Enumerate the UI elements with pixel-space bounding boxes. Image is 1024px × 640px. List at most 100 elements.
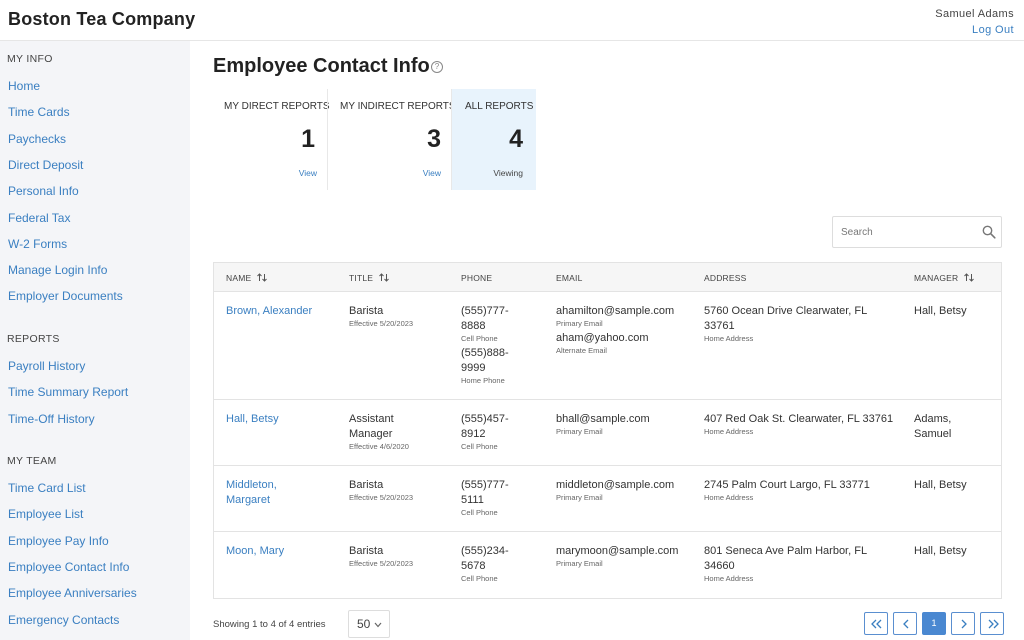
phone-entry: (555)888- 9999 Home Phone [461,346,509,385]
employee-name-link[interactable]: Moon, Mary [226,544,284,559]
sidebar-item-paychecks[interactable]: Paychecks [8,132,66,146]
card-divider [327,89,328,190]
report-card-link[interactable]: Viewing [493,168,523,178]
phone-number: (555)234- [461,545,509,557]
report-card-count: 3 [427,125,441,153]
sidebar-item-personal-info[interactable]: Personal Info [8,184,79,198]
column-header-manager[interactable]: MANAGER [914,273,975,283]
search-input[interactable] [833,217,973,247]
phone-number: 5111 [461,494,484,506]
email-address: bhall@sample.com [556,413,650,425]
email-entry: bhall@sample.com Primary Email [556,412,650,436]
sidebar-item-federal-tax[interactable]: Federal Tax [8,211,70,225]
column-header-label: ADDRESS [704,273,747,283]
phone-type: Cell Phone [461,508,498,517]
sidebar-item-time-card-list[interactable]: Time Card List [8,481,86,495]
page-size-select[interactable]: 50 [348,610,390,638]
sidebar-item-manage-login-info[interactable]: Manage Login Info [8,263,107,277]
email-cell: marymoon@sample.com Primary Email [556,544,678,568]
manager-name: Samuel [914,428,952,440]
column-header-label: TITLE [349,273,374,283]
sidebar-item-emergency-contacts[interactable]: Emergency Contacts [8,613,119,627]
email-type: Primary Email [556,559,603,568]
sidebar-item-payroll-history[interactable]: Payroll History [8,359,85,373]
sidebar-item-employee-anniversaries[interactable]: Employee Anniversaries [8,586,137,600]
email-entry: marymoon@sample.com Primary Email [556,544,678,568]
report-card-link[interactable]: View [299,168,317,178]
job-title: Assistant [349,413,394,425]
employee-name-link[interactable]: Brown, Alexander [226,304,312,319]
report-card-label: MY DIRECT REPORTS [224,101,330,112]
sort-icon[interactable] [257,273,268,282]
column-header-label: EMAIL [556,273,583,283]
sort-icon[interactable] [964,273,975,282]
report-card-count: 4 [509,125,523,153]
page-1-button[interactable]: 1 [922,612,946,635]
phone-entry: (555)777- 5111 Cell Phone [461,478,509,517]
report-card-label: ALL REPORTS [465,101,534,112]
prev-page-button[interactable] [893,612,917,635]
sidebar-item-employee-pay-info[interactable]: Employee Pay Info [8,534,109,548]
search-icon[interactable] [982,225,996,239]
sidebar-item-time-off-history[interactable]: Time-Off History [8,412,95,426]
last-page-icon [988,619,999,629]
sidebar-item-employer-documents[interactable]: Employer Documents [8,289,123,303]
sidebar-item-employee-contact-info[interactable]: Employee Contact Info [8,560,129,574]
phone-cell: (555)777- 5111 Cell Phone [461,478,509,517]
report-card-my-direct-reports[interactable]: MY DIRECT REPORTS 1 View [213,89,330,190]
sidebar-heading-reports: REPORTS [7,333,60,345]
first-page-button[interactable] [864,612,888,635]
last-page-button[interactable] [980,612,1004,635]
employee-name-link[interactable]: Hall, Betsy [226,412,279,427]
manager-name: Hall, Betsy [914,305,967,317]
phone-number: (555)777- [461,479,509,491]
email-address: aham@yahoo.com [556,332,649,344]
sidebar-item-home[interactable]: Home [8,79,40,93]
brand-logo[interactable]: Boston Tea Company [8,9,195,30]
email-cell: bhall@sample.com Primary Email [556,412,650,436]
sidebar-item-employee-list[interactable]: Employee List [8,507,83,521]
employee-name-link[interactable]: Middleton, [226,478,277,493]
help-icon[interactable]: ? [431,61,443,73]
address-cell: 407 Red Oak St. Clearwater, FL 33761 Home… [704,412,893,436]
address-cell: 5760 Ocean Drive Clearwater, FL 33761 Home… [704,304,867,343]
title-cell: Barista Effective 5/20/2023 [349,304,413,328]
job-title: Barista [349,479,384,491]
table-header: NAME TITLE PHONE EMAIL ADDRESS MANAGER [214,263,1001,292]
user-menu: Samuel Adams Log Out [935,6,1014,38]
sidebar-item-time-cards[interactable]: Time Cards [8,105,70,119]
sidebar-item-w-2-forms[interactable]: W-2 Forms [8,237,67,251]
phone-type: Cell Phone [461,574,498,583]
sidebar-item-direct-deposit[interactable]: Direct Deposit [8,158,83,172]
logout-link[interactable]: Log Out [935,22,1014,38]
email-cell: ahamilton@sample.com Primary Email aham@ya… [556,304,674,355]
sort-icon[interactable] [379,273,390,282]
effective-date: Effective 5/20/2023 [349,493,414,502]
top-bar: Boston Tea Company Samuel Adams Log Out [0,0,1024,41]
column-header-name[interactable]: NAME [226,273,268,283]
contacts-table: NAME TITLE PHONE EMAIL ADDRESS MANAGER Brown,… [213,262,1002,599]
card-divider [451,89,452,190]
column-header-title[interactable]: TITLE [349,273,390,283]
email-entry: aham@yahoo.com Alternate Email [556,331,674,355]
report-card-all-reports[interactable]: ALL REPORTS 4 Viewing [452,89,536,190]
title-cell: Assistant Manager Effective 4/6/2020 [349,412,409,451]
phone-number: (555)457- [461,413,509,425]
email-address: ahamilton@sample.com [556,305,675,317]
phone-type: Home Phone [461,376,505,385]
report-card-my-indirect-reports[interactable]: MY INDIRECT REPORTS 3 View [328,89,456,190]
first-page-icon [871,619,882,629]
job-title: Manager [349,428,393,440]
report-card-link[interactable]: View [423,168,441,178]
next-page-button[interactable] [951,612,975,635]
name-cell: Hall, Betsy [226,412,279,427]
address-type: Home Address [704,334,754,343]
name-cell: Brown, Alexander [226,304,312,319]
table-row: Middleton, Margaret Barista Effective 5/20/… [214,466,1001,532]
report-card-label: MY INDIRECT REPORTS [340,101,456,112]
manager-cell: Hall, Betsy [914,544,967,559]
employee-name-link[interactable]: Margaret [226,493,277,508]
sidebar-item-time-summary-report[interactable]: Time Summary Report [8,385,128,399]
email-entry: ahamilton@sample.com Primary Email [556,304,674,328]
manager-cell: Adams, Samuel [914,412,951,442]
